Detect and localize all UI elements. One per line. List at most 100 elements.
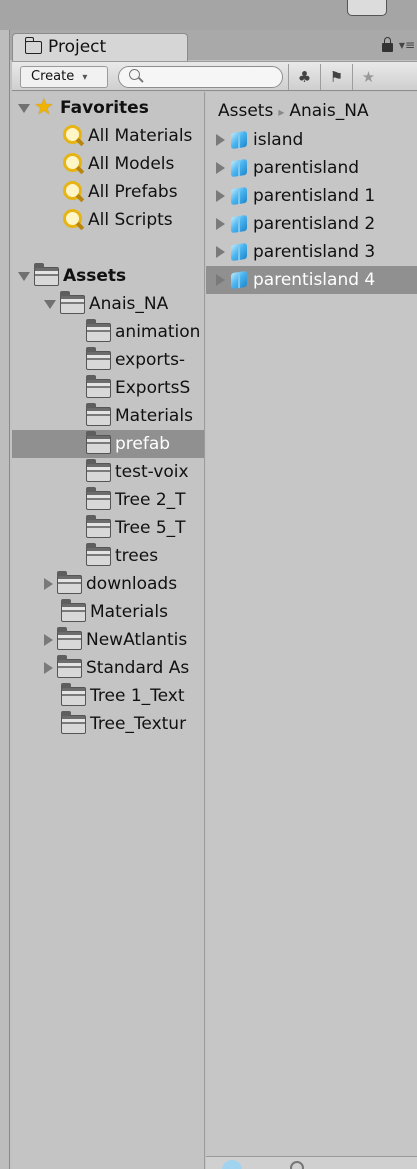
asset-list-item[interactable]: parentisland 1: [216, 182, 417, 210]
asset-list-item[interactable]: island: [216, 126, 417, 154]
breadcrumb-item[interactable]: Assets: [218, 101, 273, 121]
favorite-item[interactable]: All Materials: [62, 122, 204, 150]
expand-arrow-icon[interactable]: [216, 190, 225, 202]
tree-item-label: Materials: [115, 406, 193, 426]
folder-tree-pane: ★ Favorites All Materials All Models All…: [12, 92, 205, 1169]
tree-item-folder[interactable]: test-voix: [86, 458, 204, 486]
tree-item-label: Tree_Textur: [90, 714, 187, 734]
folder-icon: [86, 458, 111, 482]
expand-arrow-icon[interactable]: [18, 271, 30, 281]
asset-content-pane: Assets ▸ Anais_NA island parentisland pare…: [206, 92, 417, 1169]
tree-item-folder[interactable]: Materials: [44, 598, 204, 626]
expand-arrow-icon[interactable]: [44, 634, 53, 646]
folder-icon: [57, 570, 82, 594]
favorite-item[interactable]: All Scripts: [62, 206, 204, 234]
folder-icon: [57, 654, 82, 678]
tree-item-anais-na[interactable]: Anais_NA: [44, 290, 204, 318]
expand-arrow-icon[interactable]: [18, 103, 30, 113]
tree-item-folder-selected[interactable]: prefab: [12, 430, 204, 458]
expand-arrow-icon[interactable]: [44, 662, 53, 674]
tree-item-label: prefab: [115, 434, 171, 454]
expand-arrow-icon[interactable]: [216, 218, 225, 230]
expand-arrow-icon[interactable]: [216, 134, 225, 146]
folder-icon: [34, 262, 59, 286]
asset-list-item[interactable]: parentisland 3: [216, 238, 417, 266]
tab-project[interactable]: Project: [12, 33, 188, 61]
tree-item-favorites[interactable]: ★ Favorites: [18, 94, 204, 122]
tree-item-folder[interactable]: Tree 1_Text: [44, 682, 204, 710]
folder-icon: [61, 598, 86, 622]
folder-icon: [86, 346, 111, 370]
expand-arrow-icon[interactable]: [216, 162, 225, 174]
folder-icon: [61, 682, 86, 706]
filter-by-type-button[interactable]: ♣: [288, 64, 320, 90]
tree-item-label: Materials: [90, 602, 168, 622]
tree-item-folder[interactable]: Tree 5_T: [86, 514, 204, 542]
search-input[interactable]: [118, 66, 283, 88]
tree-item-label: trees: [115, 546, 159, 566]
tree-item-folder[interactable]: animation: [86, 318, 204, 346]
tab-right-controls: ▾≡: [381, 37, 415, 52]
tree-item-folder[interactable]: Tree_Textur: [44, 710, 204, 738]
asset-list-item[interactable]: parentisland 2: [216, 210, 417, 238]
folder-icon: [86, 514, 111, 538]
expand-arrow-icon[interactable]: [44, 578, 53, 590]
folder-icon: [86, 486, 111, 510]
window-control-button[interactable]: [347, 0, 387, 16]
favorite-item-label: All Scripts: [88, 210, 173, 230]
expand-arrow-icon[interactable]: [216, 246, 225, 258]
search-icon: [62, 153, 84, 175]
tree-item-folder[interactable]: trees: [86, 542, 204, 570]
folder-icon: [86, 542, 111, 566]
tree-item-label: Tree 1_Text: [90, 686, 185, 706]
search-icon: [62, 209, 84, 231]
asset-label: parentisland 1: [253, 186, 376, 206]
tree-item-label: test-voix: [115, 462, 189, 482]
tree-item-folder[interactable]: ExportsS: [86, 374, 204, 402]
favorite-item-label: All Materials: [88, 126, 193, 146]
prefab-icon: [229, 158, 249, 178]
tree-item-label: Standard As: [86, 658, 190, 678]
folder-icon: [86, 374, 111, 398]
chevron-down-icon: ▾: [82, 72, 88, 83]
search-icon: [129, 69, 140, 80]
tree-item-folder[interactable]: Standard As: [44, 654, 204, 682]
folder-icon: [57, 626, 82, 650]
filter-type-icon: ♣: [297, 68, 312, 86]
tree-item-folder[interactable]: exports-: [86, 346, 204, 374]
prefab-icon: [229, 242, 249, 262]
asset-label: parentisland 3: [253, 242, 376, 262]
folder-icon: [86, 318, 111, 342]
asset-label: parentisland: [253, 158, 360, 178]
tree-item-label: Assets: [63, 266, 127, 286]
folder-icon: [86, 430, 111, 454]
expand-arrow-icon[interactable]: [44, 299, 56, 309]
tree-item-folder[interactable]: NewAtlantis: [44, 626, 204, 654]
tree-item-folder[interactable]: Materials: [86, 402, 204, 430]
breadcrumb-item[interactable]: Anais_NA: [289, 101, 368, 121]
favorite-button[interactable]: ★: [352, 64, 384, 90]
asset-list-item-selected[interactable]: parentisland 4: [206, 266, 417, 294]
tree-item-label: NewAtlantis: [86, 630, 188, 650]
folder-icon: [25, 37, 42, 54]
asset-list-item[interactable]: parentisland: [216, 154, 417, 182]
tree-item-label: ExportsS: [115, 378, 191, 398]
create-button[interactable]: Create ▾: [20, 66, 108, 88]
tree-item-folder[interactable]: downloads: [44, 570, 204, 598]
filter-by-label-button[interactable]: ⚑: [320, 64, 352, 90]
prefab-icon: [229, 214, 249, 234]
expand-arrow-icon[interactable]: [216, 274, 225, 286]
tree-item-assets[interactable]: Assets: [18, 262, 204, 290]
tree-item-folder[interactable]: Tree 2_T: [86, 486, 204, 514]
favorite-item-label: All Prefabs: [88, 182, 178, 202]
panel-menu-icon[interactable]: ▾≡: [399, 38, 415, 52]
lock-icon[interactable]: [381, 37, 393, 52]
favorite-item[interactable]: All Prefabs: [62, 178, 204, 206]
folder-icon: [86, 402, 111, 426]
favorite-item[interactable]: All Models: [62, 150, 204, 178]
asset-label: parentisland 2: [253, 214, 376, 234]
prefab-icon: [229, 270, 249, 290]
tree-item-label: downloads: [86, 574, 178, 594]
zoom-slider-icon[interactable]: [290, 1161, 304, 1169]
tree-item-label: exports-: [115, 350, 186, 370]
